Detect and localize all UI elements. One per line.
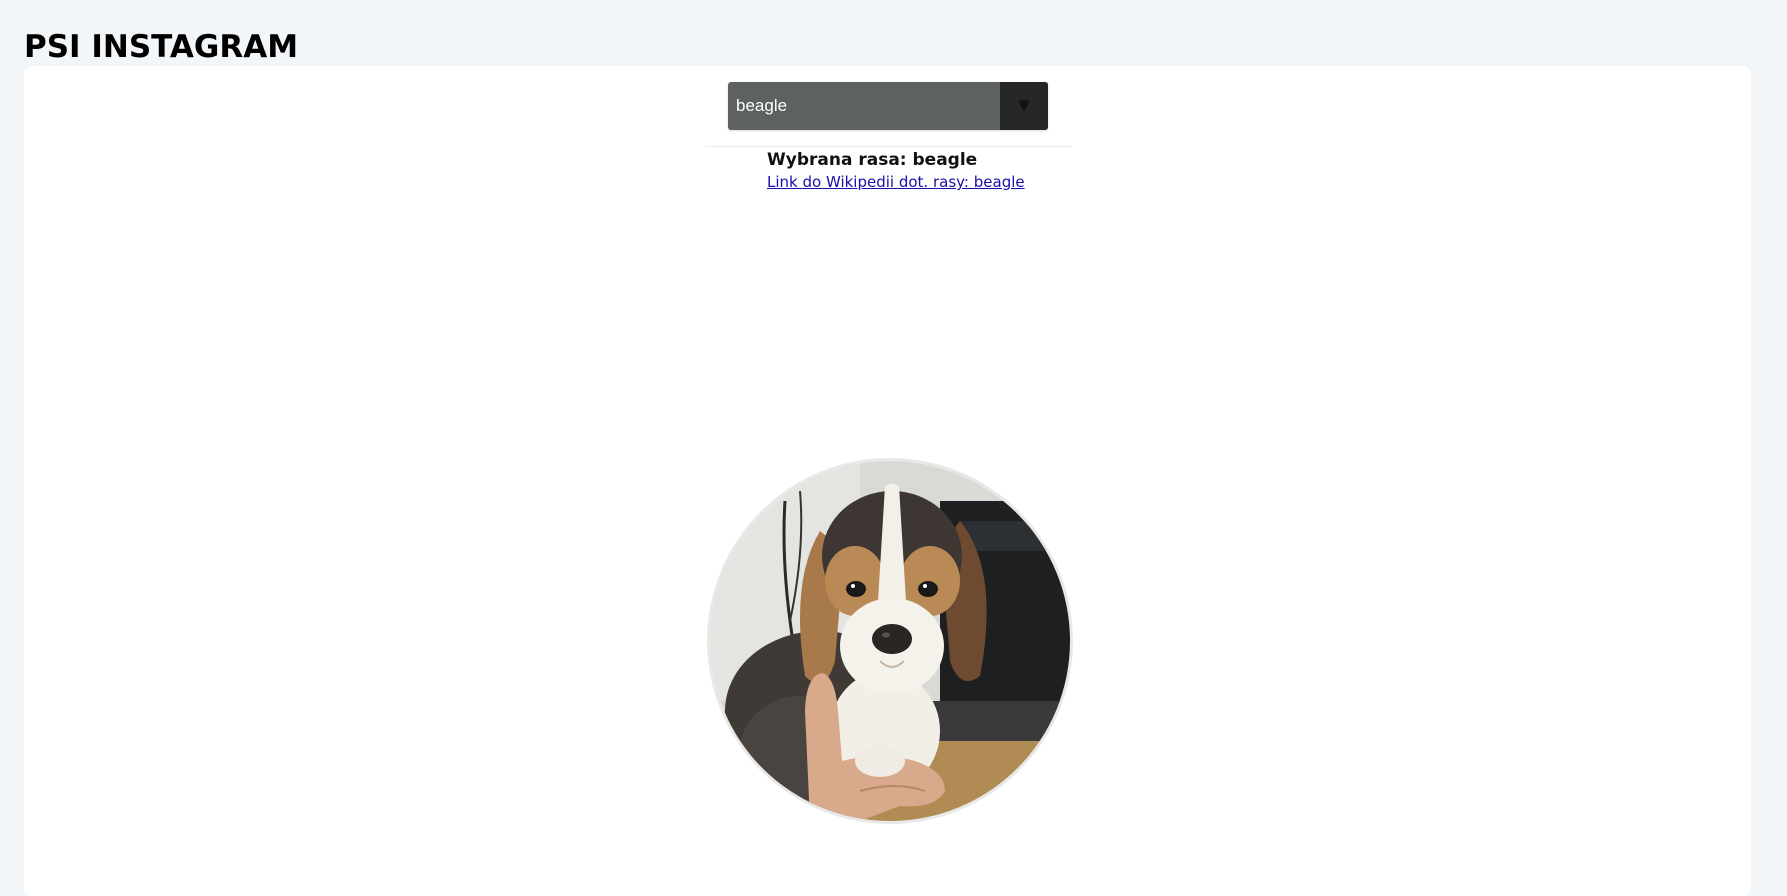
selected-breed-heading: Wybrana rasa: beagle <box>767 150 978 170</box>
wikipedia-link[interactable]: Link do Wikipedii dot. rasy: beagle <box>767 172 1025 192</box>
divider <box>705 146 1072 147</box>
dog-photo <box>710 461 1070 821</box>
breed-select[interactable]: beagle ▼ <box>728 82 1048 130</box>
main-card: beagle ▼ Wybrana rasa: beagle Link do Wi… <box>24 66 1751 896</box>
breed-info: Wybrana rasa: beagle Link do Wikipedii d… <box>767 148 1025 192</box>
page-title: PSI INSTAGRAM <box>24 29 299 65</box>
chevron-down-icon[interactable]: ▼ <box>1000 82 1048 130</box>
breed-select-value: beagle <box>736 96 788 115</box>
beagle-puppy-illustration <box>710 461 1070 821</box>
